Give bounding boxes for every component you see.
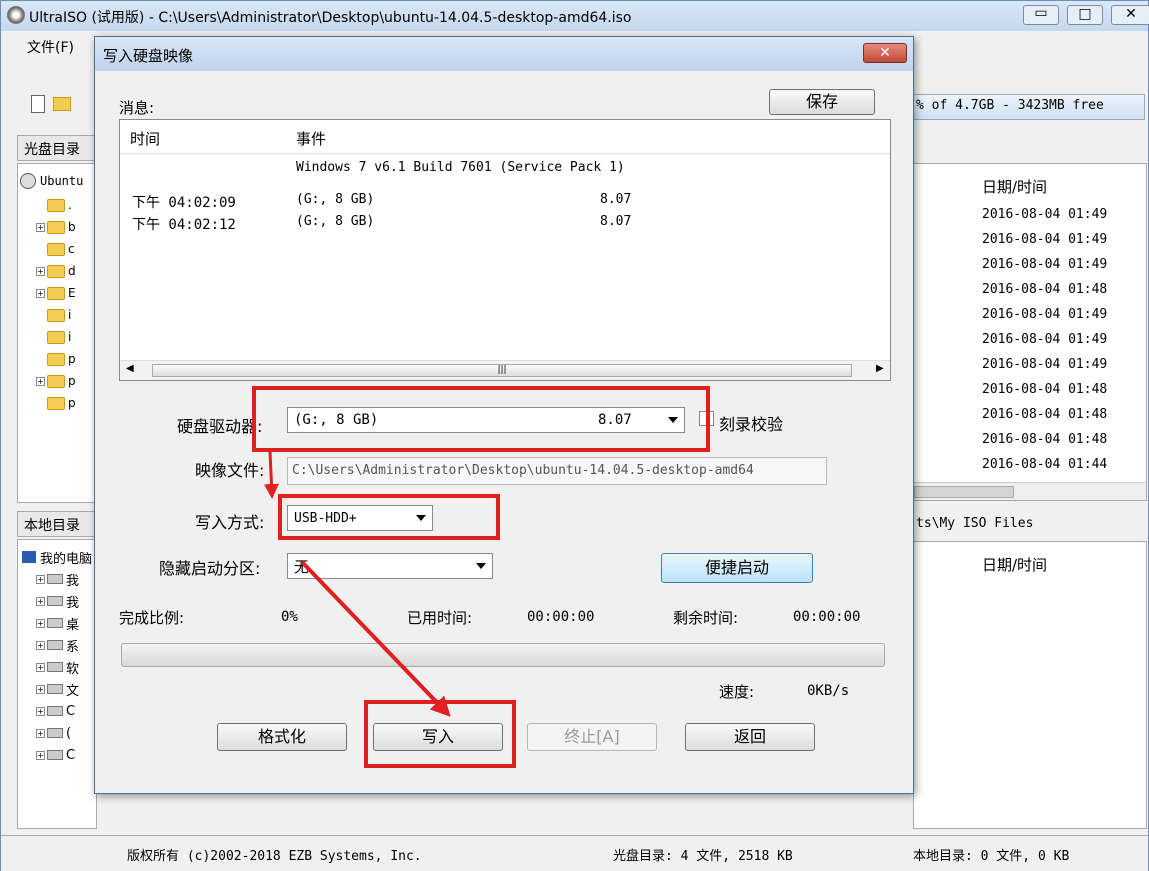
annotation-arrows <box>263 451 451 717</box>
arrow-to-write-method <box>263 451 279 499</box>
arrow-to-write-button <box>300 560 451 717</box>
